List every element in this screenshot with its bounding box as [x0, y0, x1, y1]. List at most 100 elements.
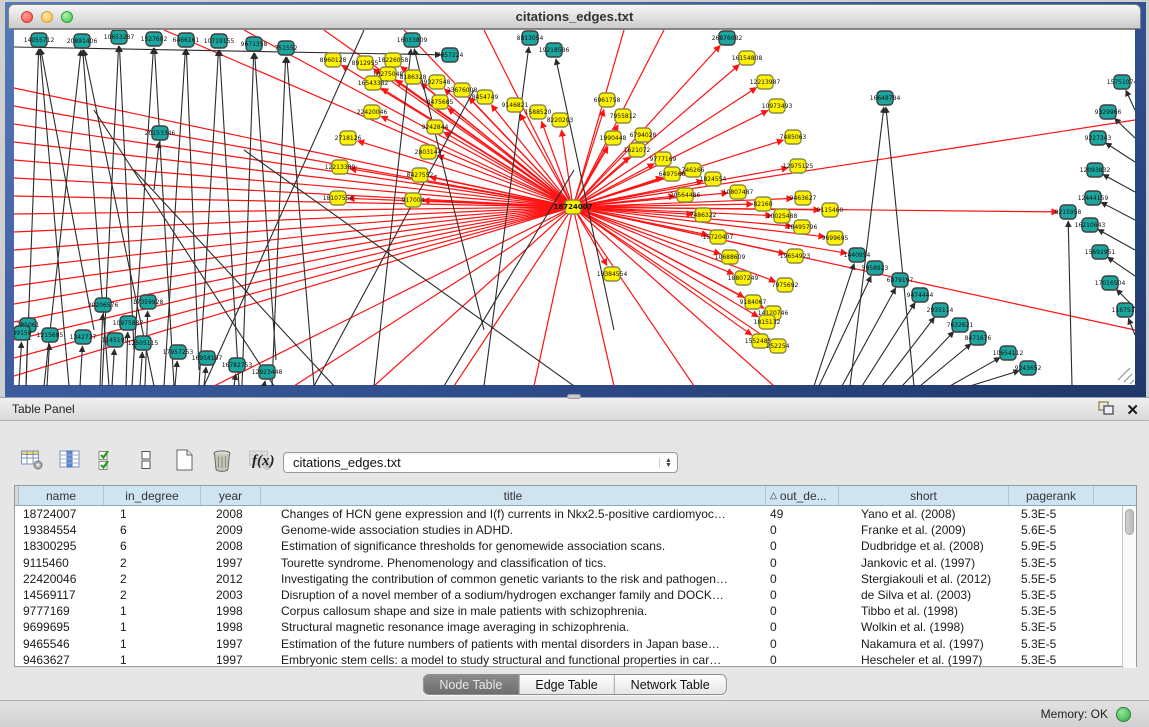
graph-node[interactable]: 19218586 — [539, 43, 570, 57]
graph-node[interactable]: 7485063 — [780, 130, 807, 144]
minimize-window-button[interactable] — [41, 11, 53, 23]
graph-node[interactable]: 1527602 — [141, 32, 168, 46]
graph-node[interactable]: 8813054 — [517, 31, 544, 45]
graph-node[interactable]: 8215958 — [1055, 205, 1082, 219]
graph-node[interactable]: 9115460 — [817, 203, 844, 217]
graph-node[interactable]: 12444159 — [1078, 191, 1109, 205]
column-header-year[interactable]: year — [201, 486, 261, 505]
graph-node[interactable]: 2718126 — [335, 131, 362, 145]
graph-node[interactable]: 16648784 — [870, 91, 901, 105]
table-row[interactable]: 977716911998Corpus callosum shape and si… — [15, 603, 1122, 619]
graph-node[interactable]: 16782753 — [222, 358, 253, 372]
graph-node[interactable]: 7955812 — [610, 109, 637, 123]
column-header-pagerank[interactable]: pagerank — [1009, 486, 1094, 505]
graph-node[interactable]: 9243652 — [1015, 361, 1042, 375]
graph-node[interactable]: 20891406 — [67, 34, 98, 48]
graph-node[interactable]: 26876082 — [712, 31, 743, 45]
graph-node[interactable]: 9671358 — [241, 37, 268, 51]
graph-node[interactable]: 6961758 — [594, 93, 621, 107]
network-canvas[interactable]: 8960128891295518226058182750481654338281… — [14, 29, 1135, 385]
table-mode-icon[interactable] — [18, 446, 46, 474]
graph-node[interactable]: 19654923 — [780, 249, 811, 263]
graph-node[interactable]: 12093832 — [1080, 163, 1111, 177]
graph-node[interactable]: 9329966 — [1095, 105, 1122, 119]
graph-node[interactable]: 8427552 — [407, 168, 434, 182]
graph-node[interactable]: 9227343 — [1085, 131, 1112, 145]
close-panel-icon[interactable]: ✕ — [1126, 403, 1139, 418]
graph-node[interactable]: 9463627 — [790, 191, 817, 205]
graph-node[interactable]: 16210643 — [1075, 218, 1106, 232]
graph-node[interactable]: 18495796 — [787, 220, 818, 234]
graph-node[interactable]: 6879197 — [887, 273, 914, 287]
graph-node[interactable]: 15692951 — [1085, 245, 1116, 259]
resize-grip-icon[interactable] — [1118, 368, 1134, 384]
column-header-out_de[interactable]: △out_de... — [766, 486, 839, 505]
graph-node[interactable]: 8960128 — [320, 53, 347, 67]
table-row[interactable]: 2242004622012Investigating the contribut… — [15, 571, 1122, 587]
graph-node[interactable]: 17016504 — [1095, 276, 1126, 290]
graph-node[interactable]: 82160 — [753, 197, 772, 211]
show-columns-icon[interactable] — [56, 446, 84, 474]
new-file-icon[interactable] — [170, 446, 198, 474]
graph-node[interactable]: 12213987 — [750, 75, 781, 89]
graph-node[interactable]: 751552 — [275, 41, 298, 55]
delete-icon[interactable] — [208, 446, 236, 474]
graph-node[interactable]: 1215685 — [37, 328, 64, 342]
tab-node-table[interactable]: Node Table — [423, 675, 519, 694]
graph-node[interactable]: 39159 — [14, 326, 32, 340]
graph-node[interactable]: 12213389 — [325, 160, 356, 174]
float-panel-icon[interactable] — [1098, 401, 1114, 420]
graph-node[interactable]: 16154808 — [732, 51, 763, 65]
table-row[interactable]: 1938455462009Genome-wide association stu… — [15, 522, 1122, 538]
graph-node[interactable]: 10719155 — [204, 34, 235, 48]
graph-node[interactable]: 8912955 — [352, 56, 379, 70]
graph-node[interactable]: 18226058 — [378, 53, 409, 67]
unselect-all-icon[interactable] — [132, 446, 160, 474]
graph-node[interactable]: 14055712 — [24, 33, 55, 47]
graph-node[interactable]: 7975692 — [772, 278, 799, 292]
tab-network-table[interactable]: Network Table — [615, 675, 726, 694]
splitter-handle[interactable] — [567, 394, 581, 399]
graph-node[interactable]: 7857224 — [437, 48, 464, 62]
graph-node[interactable]: 7632621 — [947, 318, 974, 332]
graph-node[interactable]: 16958107 — [192, 351, 223, 365]
table-scrollbar[interactable] — [1122, 506, 1136, 668]
graph-node[interactable]: 10688609 — [715, 250, 746, 264]
graph-node[interactable]: 16033809 — [397, 33, 428, 47]
table-row[interactable]: 1456911722003Disruption of a novel membe… — [15, 587, 1122, 603]
graph-node[interactable]: 12505115 — [128, 336, 159, 350]
zoom-window-button[interactable] — [61, 11, 73, 23]
function-builder-button[interactable]: f(x) — [252, 453, 275, 470]
graph-node[interactable]: 20206576 — [88, 298, 119, 312]
graph-node[interactable]: 10807487 — [723, 185, 754, 199]
table-row[interactable]: 946554611997Estimation of the future num… — [15, 636, 1122, 652]
table-row[interactable]: 969969511998Structural magnetic resonanc… — [15, 619, 1122, 635]
graph-node[interactable]: 2935114 — [927, 303, 954, 317]
table-row[interactable]: 911546021997Tourette syndrome. Phenomeno… — [15, 555, 1122, 571]
column-header-short[interactable]: short — [839, 486, 1009, 505]
column-header-in_degree[interactable]: in_degree — [104, 486, 201, 505]
network-window-titlebar[interactable]: citations_edges.txt — [8, 4, 1141, 29]
table-row[interactable]: 946362711997Embryonic stem cells: a mode… — [15, 652, 1122, 668]
select-all-icon[interactable] — [94, 446, 122, 474]
graph-node[interactable]: 10654112 — [993, 346, 1024, 360]
column-header-title[interactable]: title — [261, 486, 766, 505]
graph-node[interactable]: 9699695 — [822, 231, 849, 245]
table-row[interactable]: 1872400712008Changes of HCN gene express… — [15, 506, 1122, 522]
graph-node[interactable]: 17957253 — [163, 345, 194, 359]
close-window-button[interactable] — [21, 11, 33, 23]
column-header-name[interactable]: name — [19, 486, 104, 505]
graph-node[interactable]: 917004 — [402, 193, 425, 207]
graph-node[interactable]: 10975887 — [113, 316, 144, 330]
graph-node[interactable]: 10025488 — [767, 209, 798, 223]
graph-node[interactable]: 10653287 — [104, 30, 135, 44]
graph-node[interactable]: 1167534 — [1112, 303, 1135, 317]
table-selector-dropdown[interactable]: citations_edges.txt ▲▼ — [283, 452, 678, 473]
graph-node[interactable]: 9474444 — [907, 288, 934, 302]
graph-node[interactable]: 5958923 — [862, 261, 889, 275]
tab-edge-table[interactable]: Edge Table — [519, 675, 614, 694]
graph-node[interactable]: 12923448 — [252, 365, 283, 379]
graph-node[interactable]: 1990448 — [600, 131, 627, 145]
table-row[interactable]: 1830029562008Estimation of significance … — [15, 538, 1122, 554]
scrollbar-thumb[interactable] — [1125, 509, 1134, 535]
